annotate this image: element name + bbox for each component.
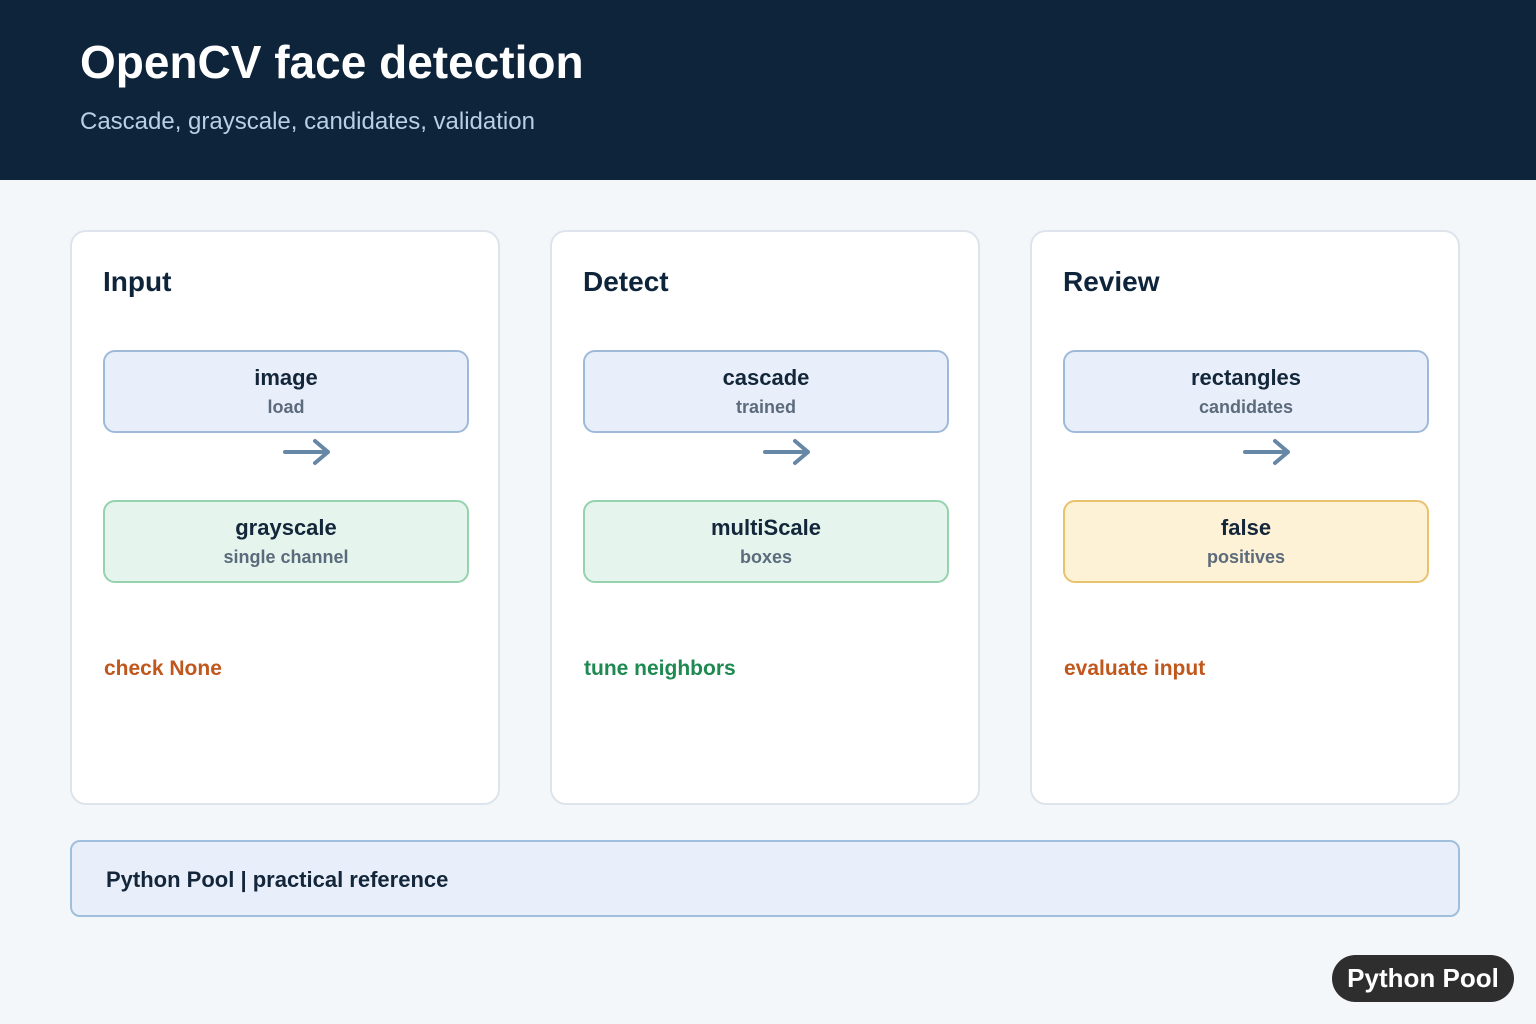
arrow-right-icon <box>763 439 810 465</box>
panel-review: Review rectangles candidates false posit… <box>1030 230 1460 805</box>
flow-node-multiscale: multiScale boxes <box>583 500 949 583</box>
brand-badge: Python Pool <box>1332 955 1514 1002</box>
page-subtitle: Cascade, grayscale, candidates, validati… <box>80 108 535 135</box>
node-label: image <box>254 365 318 390</box>
arrow-right-icon <box>283 439 330 465</box>
arrow-right-icon <box>1243 439 1290 465</box>
page-title: OpenCV face detection <box>80 36 584 88</box>
panel-note: evaluate input <box>1064 657 1206 680</box>
flow-node-false-positives: false positives <box>1063 500 1429 583</box>
node-label: false <box>1220 515 1272 540</box>
node-label: rectangles <box>1190 365 1302 390</box>
node-label: cascade <box>722 365 810 390</box>
flow-node-cascade: cascade trained <box>583 350 949 433</box>
node-sublabel: trained <box>735 397 796 417</box>
node-sublabel: single channel <box>223 547 349 567</box>
footer-bar: Python Pool | practical reference <box>70 840 1460 917</box>
panel-detect: Detect cascade trained multiScale boxes … <box>550 230 980 805</box>
panel-input: Input image load grayscale single channe… <box>70 230 500 805</box>
panel-title: Review <box>1063 266 1160 297</box>
node-label: grayscale <box>235 515 337 540</box>
panel-title: Input <box>103 266 172 297</box>
panel-note: tune neighbors <box>584 657 736 680</box>
node-label: multiScale <box>710 515 822 540</box>
node-sublabel: load <box>267 397 305 417</box>
footer-text: Python Pool | practical reference <box>106 867 449 892</box>
header-banner: OpenCV face detection Cascade, grayscale… <box>0 0 1536 180</box>
flow-node-grayscale: grayscale single channel <box>103 500 469 583</box>
panel-title: Detect <box>583 266 669 297</box>
node-sublabel: candidates <box>1198 397 1294 417</box>
flow-node-rectangles: rectangles candidates <box>1063 350 1429 433</box>
node-sublabel: boxes <box>739 547 793 567</box>
flow-node-image: image load <box>103 350 469 433</box>
panel-note: check None <box>104 657 222 680</box>
node-sublabel: positives <box>1206 547 1286 567</box>
